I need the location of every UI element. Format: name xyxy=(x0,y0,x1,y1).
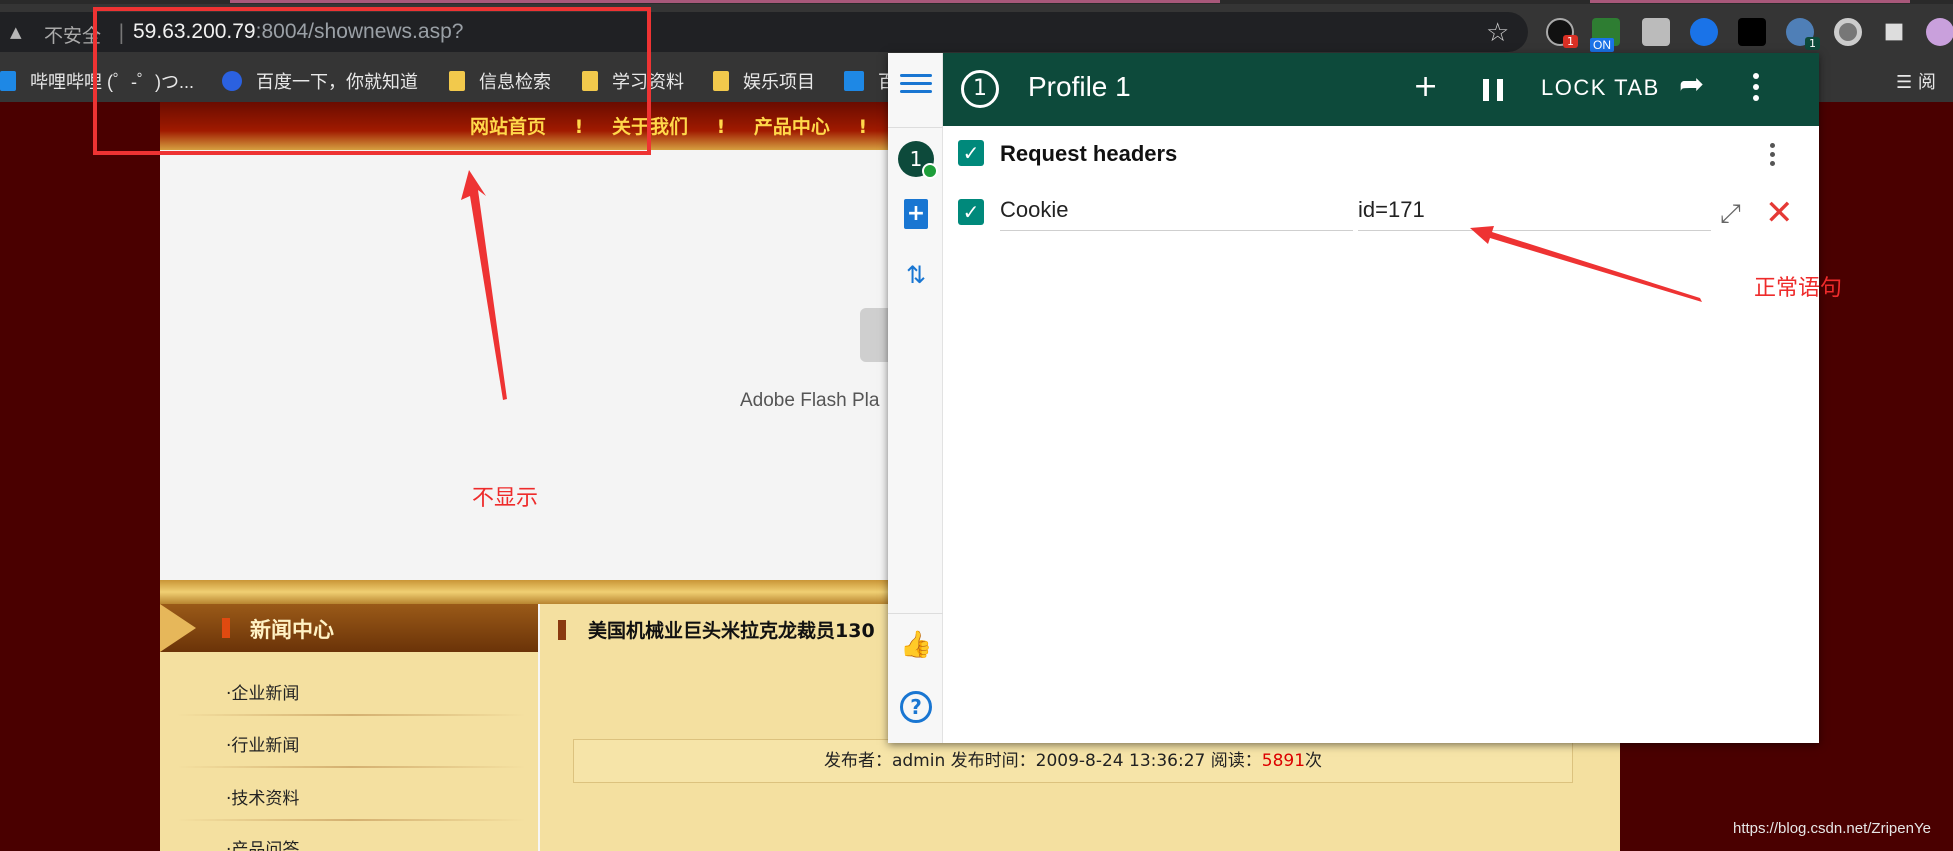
annotation-box xyxy=(93,7,651,155)
profile-number-badge: 1 xyxy=(961,70,999,108)
thumbs-up-icon[interactable]: 👍 xyxy=(900,629,932,661)
extension-reader-icon[interactable] xyxy=(1642,18,1670,46)
flash-label: Adobe Flash Pla xyxy=(740,390,880,411)
section-title: Request headers xyxy=(1000,141,1178,166)
extension-h-icon[interactable] xyxy=(1738,18,1766,46)
warning-icon[interactable]: ▲ xyxy=(10,23,28,41)
tab-indicator xyxy=(230,0,1220,3)
menu-industry-news[interactable]: ·行业新闻 xyxy=(226,731,299,756)
cookie-header-checkbox[interactable]: ✓ xyxy=(958,199,984,225)
reading-list-label: 阅 xyxy=(1917,72,1936,93)
menu-tech-docs[interactable]: ·技术资料 xyxy=(226,784,299,809)
modheader-sidebar: 1 ⇅ 👍 ? xyxy=(888,53,943,743)
expand-icon[interactable]: ⤢ xyxy=(1720,199,1741,230)
news-title: 美国机械业巨头米拉克龙裁员130 xyxy=(540,616,875,643)
sidebar-divider xyxy=(888,127,943,128)
profile-number: 1 xyxy=(909,147,923,171)
news-sidebar: 新闻中心 ·企业新闻 ·行业新闻 ·技术资料 ·产品问答 xyxy=(160,604,538,851)
modheader-popup: 1 ⇅ 👍 ? 1 Profile 1 + LOCK TAB ➦ ✓ Reque… xyxy=(888,53,1819,743)
news-title-text: 美国机械业巨头米拉克龙裁员130 xyxy=(588,620,875,642)
bookmark-label: 娱乐项目 xyxy=(743,72,815,92)
share-icon[interactable]: ➦ xyxy=(1679,67,1704,102)
help-icon[interactable]: ? xyxy=(900,691,932,723)
nav-sep: ! xyxy=(716,116,726,138)
menu-icon[interactable] xyxy=(900,69,932,99)
bookmark-folder-fun[interactable]: 娱乐项目 xyxy=(713,68,815,94)
sidebar-profile-button[interactable]: 1 xyxy=(898,141,938,179)
bilibili-icon xyxy=(0,71,16,91)
arrow-icon xyxy=(160,604,196,652)
add-header-button[interactable]: + xyxy=(1413,69,1438,104)
translate-icon xyxy=(844,71,864,91)
news-center-header: 新闻中心 xyxy=(160,604,538,652)
add-profile-icon[interactable] xyxy=(900,199,932,231)
menu-company-news[interactable]: ·企业新闻 xyxy=(226,679,299,704)
more-options-icon[interactable] xyxy=(1753,73,1759,106)
pause-icon[interactable] xyxy=(1483,79,1503,101)
news-center-title: 新闻中心 xyxy=(250,618,334,642)
modheader-extension-icon[interactable]: 1 xyxy=(1786,18,1820,50)
nav-products[interactable]: 产品中心 xyxy=(754,116,830,138)
extension-toggle-icon[interactable]: ON xyxy=(1590,18,1620,52)
title-mark-icon xyxy=(558,620,566,640)
profile-header: 1 Profile 1 + LOCK TAB ➦ xyxy=(943,53,1819,126)
extension-rocket-icon[interactable] xyxy=(1690,18,1718,46)
extension-on-badge: ON xyxy=(1590,38,1614,52)
header-mark-icon xyxy=(222,618,230,638)
header-value-field[interactable]: id=171 xyxy=(1358,195,1711,231)
close-icon[interactable]: ✕ xyxy=(1765,193,1794,233)
menu-divider xyxy=(176,819,526,821)
request-headers-checkbox[interactable]: ✓ xyxy=(958,140,984,166)
section-more-icon[interactable] xyxy=(1770,143,1776,170)
reading-list-button[interactable]: ☰ 阅 xyxy=(1896,68,1936,94)
news-meta: 发布者：admin 发布时间：2009-8-24 13:36:27 阅读：589… xyxy=(573,739,1573,783)
bookmark-star-icon[interactable]: ☆ xyxy=(1486,18,1509,48)
extension-circle-icon[interactable] xyxy=(1834,18,1862,46)
annotation-right: 正常语句 xyxy=(1754,276,1843,301)
folder-icon xyxy=(713,71,729,91)
menu-divider xyxy=(176,714,526,716)
avatar[interactable] xyxy=(1926,18,1953,46)
menu-product-qa[interactable]: ·产品问答 xyxy=(226,835,299,851)
meta-suffix: 次 xyxy=(1305,751,1323,771)
extension-cookie-icon[interactable]: 1 xyxy=(1546,18,1578,48)
sort-icon[interactable]: ⇅ xyxy=(900,259,932,291)
check-icon xyxy=(922,163,938,179)
modheader-badge: 1 xyxy=(1805,37,1820,50)
nav-sep: ! xyxy=(858,116,868,138)
extension-badge: 1 xyxy=(1563,35,1578,48)
sidebar-divider xyxy=(888,613,943,614)
menu-divider xyxy=(176,766,526,768)
extensions-puzzle-icon[interactable] xyxy=(1885,23,1903,41)
read-count: 5891 xyxy=(1261,751,1306,771)
lock-tab-button[interactable]: LOCK TAB xyxy=(1541,75,1660,101)
meta-text: 发布者：admin 发布时间：2009-8-24 13:36:27 阅读： xyxy=(823,751,1262,771)
watermark: https://blog.csdn.net/ZripenYe xyxy=(1733,820,1931,837)
header-name-field[interactable]: Cookie xyxy=(1000,195,1353,231)
annotation-left: 不显示 xyxy=(472,486,539,511)
tab-indicator-2 xyxy=(1590,0,1910,3)
profile-title[interactable]: Profile 1 xyxy=(1028,71,1131,103)
